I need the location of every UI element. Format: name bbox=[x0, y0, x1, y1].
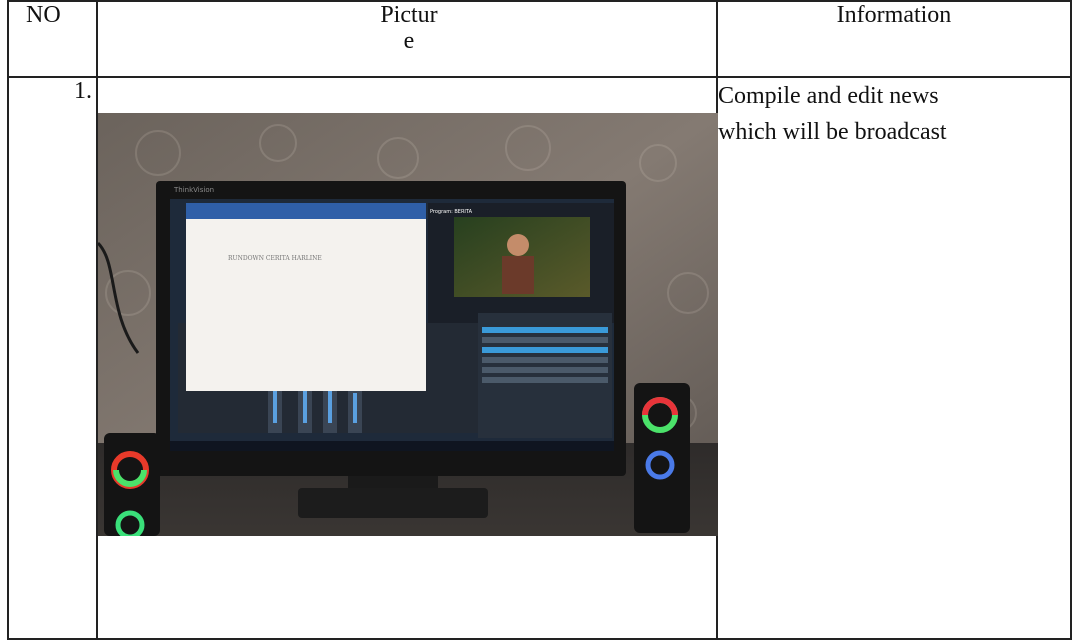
monitor-brand-label: ThinkVision bbox=[173, 186, 214, 194]
header-information: Information bbox=[716, 0, 1072, 78]
table-header-row: NO Pictur e Information bbox=[7, 0, 1072, 78]
document-table: NO Pictur e Information 1. ThinkVision P… bbox=[7, 0, 1072, 640]
header-picture-line1: Pictur bbox=[380, 2, 438, 28]
header-picture: Pictur e bbox=[96, 0, 718, 78]
program-label: Program: BERITA bbox=[430, 209, 473, 215]
information-line2: which will be broadcast bbox=[718, 119, 947, 145]
table-row: 1. ThinkVision Program: BERITA RUNDOWN C… bbox=[7, 76, 1072, 640]
information-line1: Compile and edit news bbox=[718, 83, 939, 109]
header-picture-line2: e bbox=[403, 28, 415, 54]
document-title-in-photo: RUNDOWN CERITA HARLINE bbox=[228, 255, 322, 262]
row-number: 1. bbox=[7, 76, 98, 640]
header-no: NO bbox=[7, 0, 98, 78]
broadcast-editing-photo: ThinkVision Program: BERITA RUNDOWN CERI… bbox=[98, 113, 718, 536]
photo-illustration: ThinkVision Program: BERITA RUNDOWN CERI… bbox=[98, 113, 718, 536]
information-cell: Compile and edit news which will be broa… bbox=[716, 76, 1072, 640]
picture-cell: ThinkVision Program: BERITA RUNDOWN CERI… bbox=[96, 76, 718, 640]
